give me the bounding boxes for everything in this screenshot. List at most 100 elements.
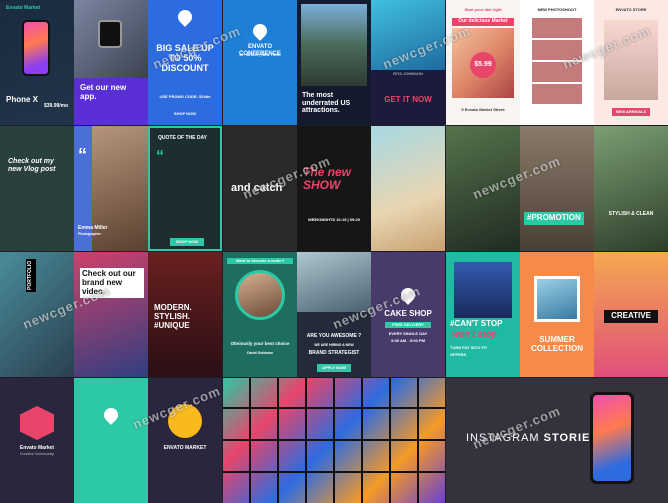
emma-name: Emma Miller	[78, 225, 108, 231]
store-heading: ENVATO STORE	[615, 7, 647, 12]
city-image	[301, 4, 367, 86]
every-day: EVERY SINGLE DAY	[388, 331, 428, 336]
strategist-title: BRAND STRATEGIST	[308, 350, 360, 356]
laptop-image	[297, 252, 371, 312]
row2-cell1: Check out my new Vlog post “ Emma Miller…	[0, 126, 222, 251]
qod-title: QUOTE OF THE DAY	[158, 135, 207, 141]
story-summer: SUMMER COLLECTION	[520, 252, 594, 377]
row4-cell2	[223, 378, 445, 503]
story-photoshoot: NEW PHOTOSHOOT	[520, 0, 594, 125]
story-cant-stop: #CAN'T STOP won't stop TURN PAT INTO FIT…	[446, 252, 520, 377]
hours: 9:00 AM - 5:00 PM	[391, 338, 425, 343]
emma-role: Photographer	[78, 232, 101, 236]
story-phone-x: Envato Market Phone X $39.99/mo	[0, 0, 74, 125]
hexagon-logo	[20, 406, 54, 440]
story-new-app: Get our new app.	[74, 0, 148, 125]
summer-title: SUMMER COLLECTION	[531, 335, 583, 353]
envato-subtitle: Creative Community	[19, 452, 55, 456]
fashion-image	[604, 20, 658, 100]
thumbnail-grid	[223, 378, 445, 503]
envato-market-title: ENVATO MARKET	[163, 445, 207, 451]
david-name: David Goldman	[247, 351, 273, 355]
envato-title: Envato Market	[19, 445, 55, 451]
vlog-title: Check out my new Vlog post	[8, 158, 56, 173]
phone-image	[22, 20, 50, 76]
story-strategist: ARE YOU AWESOME ? WE ARE HIRING A NEW BR…	[297, 252, 371, 377]
brand-video-title: Check out our brand new video.	[80, 268, 144, 299]
row2-cell3: #PROMOTION STYLISH & CLEAN	[446, 126, 668, 251]
envato-drop-icon	[250, 21, 270, 41]
app-title: Get our new app.	[80, 83, 127, 101]
watch-face	[98, 20, 122, 48]
story-get-it-now: RITA JOHNSON GET IT NOW	[371, 0, 445, 125]
story-envato-yellow: ENVATO MARKET	[148, 378, 222, 503]
shop-now-button[interactable]: SHOP NOW	[170, 238, 204, 246]
person-name: RITA JOHNSON	[393, 71, 423, 76]
story-portfolio: PORTFOLIO	[0, 252, 74, 377]
story-brand-video: Check out our brand new video.	[74, 252, 148, 377]
story-plant	[446, 126, 520, 251]
shop-now-button[interactable]: SHOP NOW	[168, 110, 202, 118]
conf-date: 26 - 28 MAY | NEW YORK	[239, 53, 281, 57]
envato-drop-icon	[175, 7, 195, 27]
story-emma: “ Emma Miller Photographer	[74, 126, 148, 251]
story-vlog: Check out my new Vlog post	[0, 126, 74, 251]
awesome-title: ARE YOU AWESOME ?	[306, 333, 362, 339]
story-market: Start your diet right Our delicious Mark…	[446, 0, 520, 125]
story-big-sale: BIG SALE UP TO 50% DISCOUNT USE PROMO CO…	[148, 0, 222, 125]
show-title: The new SHOW	[303, 165, 352, 193]
story-promotion: #PROMOTION	[520, 126, 594, 251]
photo-frame	[534, 276, 580, 322]
row3-cell3: #CAN'T STOP won't stop TURN PAT INTO FIT…	[446, 252, 668, 377]
row1-cell2: ENVATO CONFERENCE 26 - 28 MAY | NEW YORK…	[223, 0, 445, 125]
row3-cell2: Want to become a coder? Obviously your b…	[223, 252, 445, 377]
envato-drop-icon	[101, 405, 121, 425]
circle-logo	[168, 404, 202, 438]
new-arrivals-button[interactable]: NEW ARRIVALS	[612, 108, 650, 116]
diet-heading: Start your diet right	[464, 7, 502, 12]
avatar	[235, 270, 285, 320]
phone-title: Phone X	[6, 95, 39, 104]
best-choice: Obviously your best choice	[230, 341, 290, 346]
row4-cell1: Envato Market Creative Community ENVATO …	[0, 378, 222, 503]
story-conference: ENVATO CONFERENCE 26 - 28 MAY | NEW YORK	[223, 0, 297, 125]
envato-drop-icon	[398, 285, 418, 305]
promo-code: USE PROMO CODE: 524dn	[159, 94, 211, 99]
photo-grid	[532, 18, 582, 104]
delivery-label: FREE DELIVERY	[385, 322, 431, 329]
brand-label: Envato Market	[6, 5, 41, 11]
story-creative: CREATIVE	[594, 252, 668, 377]
runner-image	[454, 262, 512, 318]
story-coder: Want to become a coder? Obviously your b…	[223, 252, 297, 377]
quote-icon: “	[156, 148, 164, 165]
phone-price: $39.99/mo	[44, 103, 69, 109]
apply-now-button[interactable]: APPLY NOW	[317, 364, 351, 372]
stories-title-light: INSTAGRAM	[466, 432, 544, 444]
story-store: ENVATO STORE NEW ARRIVALS	[594, 0, 668, 125]
get-it-now-button[interactable]: GET IT NOW	[375, 95, 441, 105]
hiring-label: WE ARE HIRING A NEW	[314, 343, 354, 347]
story-show: The new SHOW WEEKNIGHTS 10:15 | 09:20	[297, 126, 371, 251]
story-us-attractions: The most underrated US attractions.	[297, 0, 371, 125]
wont-stop-title: won't stop	[452, 329, 497, 339]
story-modern: MODERN. STYLISH. #UNIQUE	[148, 252, 222, 377]
row3-cell1: PORTFOLIO Check out our brand new video.…	[0, 252, 222, 377]
story-catch: and catch	[223, 126, 297, 251]
portfolio-label: PORTFOLIO	[26, 258, 36, 292]
portrait-image	[371, 0, 445, 70]
catch-title: and catch	[231, 182, 283, 194]
turn-label: TURN PAT INTO FIT	[450, 345, 488, 350]
phone-mockup	[590, 392, 634, 484]
sale-title: BIG SALE UP TO 50% DISCOUNT	[156, 43, 214, 73]
modern-title: MODERN. STYLISH. #UNIQUE	[154, 303, 192, 330]
coder-title: Want to become a coder?	[227, 258, 293, 265]
promotion-label: #PROMOTION	[524, 212, 584, 225]
row2-cell2: and catch The new SHOW WEEKNIGHTS 10:15 …	[223, 126, 445, 251]
cant-stop-title: #CAN'T STOP	[450, 319, 503, 328]
us-title: The most underrated US attractions.	[302, 92, 351, 115]
photoshoot-heading: NEW PHOTOSHOOT	[537, 7, 577, 12]
story-cake: CAKE SHOP FREE DELIVERY EVERY SINGLE DAY…	[371, 252, 445, 377]
quote-mark-icon: “	[78, 145, 87, 165]
price-badge: $5.99	[470, 52, 496, 78]
story-beach	[371, 126, 445, 251]
